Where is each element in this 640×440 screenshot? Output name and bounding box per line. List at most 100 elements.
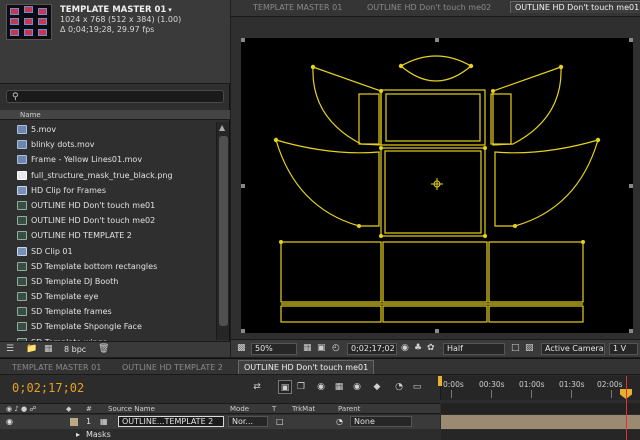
viewer-tab-active[interactable]: OUTLINE HD Don't touch me01 [510,1,640,13]
new-folder-icon[interactable]: 📁 [26,344,37,354]
view-layout-dropdown[interactable]: 1 V [609,343,638,355]
bottom-right-rect [488,241,584,303]
timeline-current-time[interactable]: 0;02;17;02 [12,381,84,395]
hide-shy-layers-icon[interactable]: ◉ [314,380,328,394]
work-area-start-handle[interactable] [438,376,442,386]
bit-depth-button[interactable]: 8 bpc [64,345,86,354]
scrollbar-thumb[interactable] [219,136,228,326]
interpret-footage-icon[interactable]: ☰ [6,344,14,354]
project-item[interactable]: SD Template eye [0,289,216,304]
color-channel-icon[interactable]: ✿ [427,343,435,353]
timeline-tab-active[interactable]: OUTLINE HD Don't touch me01 [238,360,375,374]
chevron-down-icon[interactable]: ▾ [168,6,172,14]
search-icon: ⚲ [12,92,19,102]
thumb-cell [10,8,19,15]
always-preview-icon[interactable]: ▩ [237,343,246,353]
project-item[interactable]: 5.mov [0,122,216,137]
comp-canvas-area[interactable] [231,18,640,338]
project-item[interactable]: OUTLINE HD TEMPLATE 2 [0,228,216,243]
motion-blur-icon[interactable]: ◉ [350,380,364,394]
frame-blending-icon[interactable]: ▦ [332,380,346,394]
project-item[interactable]: SD Template DJ Booth [0,274,216,289]
snapshot-icon[interactable]: ◉ [401,343,409,353]
comp-file-icon [17,276,27,286]
stopwatch-icon[interactable]: ◔ [392,380,406,394]
center-inner [384,150,482,234]
t-header[interactable]: T [272,405,276,413]
zoom-dropdown[interactable]: 50% [251,343,297,355]
comp-mini-flowchart-icon[interactable]: ⇄ [250,380,264,394]
comp-info: TEMPLATE MASTER 01 ▾ 1024 x 768 (512 x 38… [60,5,181,35]
project-item-label: OUTLINE HD TEMPLATE 2 [31,231,132,241]
comp-name[interactable]: TEMPLATE MASTER 01 ▾ [60,5,181,15]
expand-triangle-icon[interactable]: ▸ [76,430,80,439]
video-visibility-icon[interactable]: ◉ [6,417,13,426]
project-item[interactable]: SD Template bottom rectangles [0,259,216,274]
mov-file-icon [17,155,27,165]
layer-name[interactable]: OUTLINE...TEMPLATE 2 [118,416,224,427]
brainstorm-icon[interactable]: ◆ [370,380,384,394]
new-comp-icon[interactable]: ▦ [44,344,53,354]
viewer-tab[interactable]: OUTLINE HD Don't touch me02 [367,3,491,12]
layer-row[interactable]: ◉ 1 ▦ OUTLINE...TEMPLATE 2 Nor... □ ◔ No… [0,415,440,429]
project-item[interactable]: HD Clip for Frames [0,183,216,198]
label-color-swatch[interactable] [70,418,78,426]
mode-header[interactable]: Mode [230,405,249,413]
comp-file-icon [17,292,27,302]
timeline-tab[interactable]: OUTLINE HD TEMPLATE 2 [122,363,223,372]
parent-header[interactable]: Parent [338,405,360,413]
comp-file-icon [17,231,27,241]
layer-duration-bar[interactable] [441,415,640,429]
project-item[interactable]: SD Template Shpongle Face [0,319,216,334]
eye-outline [399,55,473,82]
blend-mode-dropdown[interactable]: Nor... [228,416,268,427]
graph-editor-icon[interactable]: ▭ [410,380,424,394]
anchor-point-icon [431,178,443,190]
comp-canvas[interactable] [241,38,633,333]
source-name-header[interactable]: Source Name [108,405,155,413]
viewer-tab[interactable]: TEMPLATE MASTER 01 [253,3,342,12]
masks-track [441,430,640,440]
flowchart-icon[interactable]: ▲ [219,123,225,132]
time-ruler[interactable]: 0:00s 00:30s 01:00s 01:30s 02:00s [440,376,640,400]
safe-margins-icon[interactable]: ▦ [303,343,312,353]
trkmat-header[interactable]: TrkMat [292,405,315,413]
playhead-line[interactable] [626,376,627,440]
upper-left-panel [358,93,380,145]
project-item[interactable]: SD Template frames [0,304,216,319]
av-switch-icon[interactable]: ◉ ♪ ● ☍ [6,405,36,413]
resolution-dropdown[interactable]: Half [443,343,505,355]
timeline-tab[interactable]: TEMPLATE MASTER 01 [12,363,101,372]
pickwhip-icon[interactable]: ◔ [336,417,343,426]
grid-icon[interactable]: ▣ [317,343,326,353]
project-search-input[interactable]: ⚲ [6,90,224,103]
live-update-icon[interactable]: ▣ [278,380,292,394]
project-item[interactable]: OUTLINE HD Don't touch me02 [0,213,216,228]
parent-dropdown[interactable]: None [350,416,412,427]
ruler-tick [571,390,572,398]
index-column-icon: # [86,405,92,413]
project-item[interactable]: blinky dots.mov [0,137,216,152]
bottom-strip-left [280,305,382,323]
project-item[interactable]: full_structure_mask_true_black.png [0,168,216,183]
project-scrollbar[interactable]: ▲ [216,122,229,340]
ruler-tick [451,390,452,398]
current-time-display[interactable]: 0;02;17;02 [347,343,397,355]
project-item[interactable]: Frame - Yellow Lines01.mov [0,152,216,167]
trash-icon[interactable]: 🗑 [98,344,109,354]
region-of-interest-icon[interactable]: □ [511,343,520,353]
name-column-header[interactable]: Name [0,110,230,120]
project-item[interactable]: OUTLINE HD Don't touch me01 [0,198,216,213]
project-item[interactable]: SD Clip 01 [0,244,216,259]
show-snapshot-icon[interactable]: ♣ [414,343,422,353]
draft-3d-icon[interactable]: ❐ [294,380,308,394]
track-header [441,403,640,414]
upper-right-panel [490,93,512,145]
preserve-transparency-checkbox[interactable]: □ [276,417,284,426]
ruler-label: 00:30s [479,380,505,389]
transparency-grid-icon[interactable]: ▨ [525,343,534,353]
camera-time-icon[interactable]: ◴ [332,343,340,353]
camera-view-dropdown[interactable]: Active Camera [541,343,605,355]
masks-property-row[interactable]: ▸ Masks [0,430,440,440]
label-column-icon[interactable]: ◆ [66,405,71,413]
